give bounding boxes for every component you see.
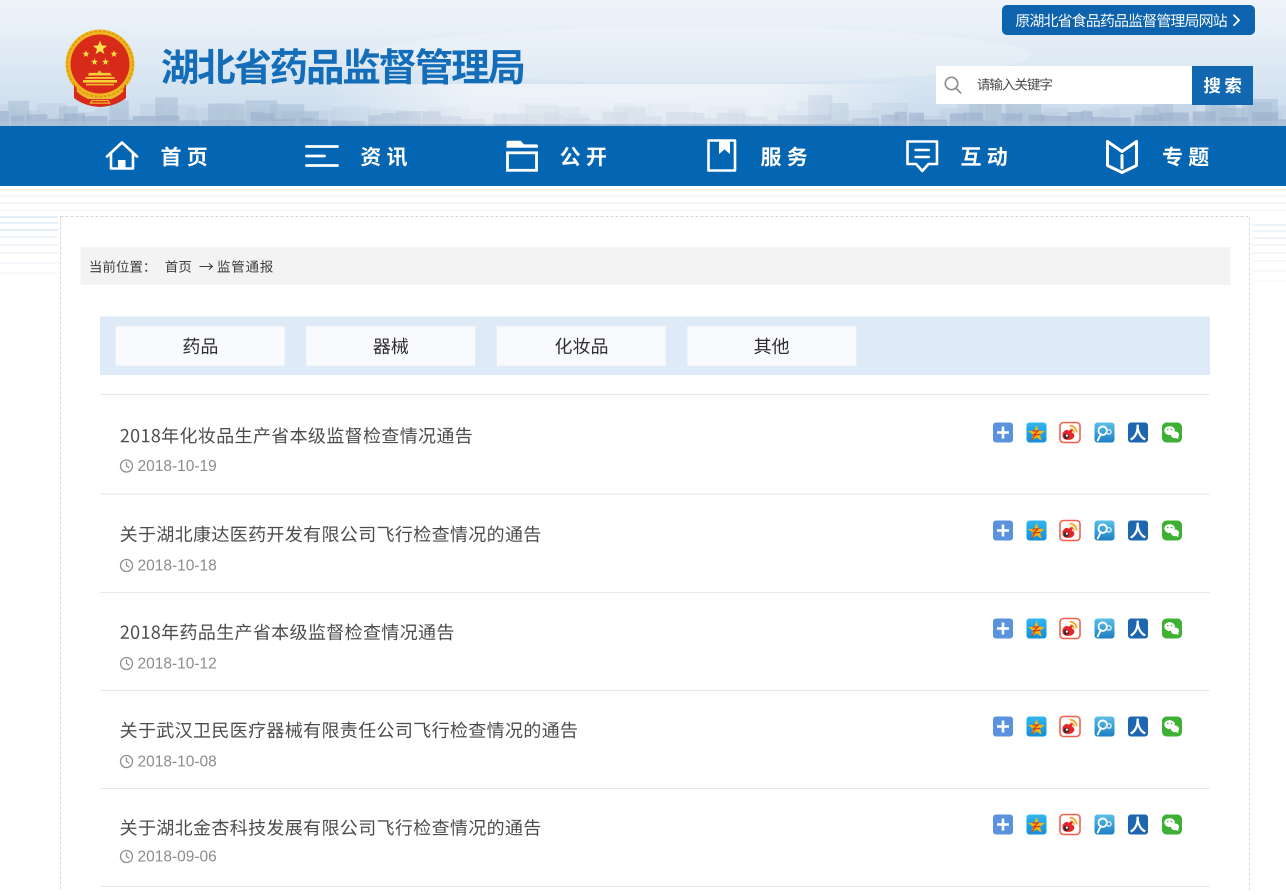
svg-text:2018-10-18: 2018-10-18 xyxy=(138,558,217,575)
svg-text:2018-09-06: 2018-09-06 xyxy=(138,849,217,866)
svg-text:2018-10-19: 2018-10-19 xyxy=(138,458,217,475)
svg-text:2018-10-08: 2018-10-08 xyxy=(138,754,217,771)
svg-text:2018-10-12: 2018-10-12 xyxy=(138,656,217,673)
